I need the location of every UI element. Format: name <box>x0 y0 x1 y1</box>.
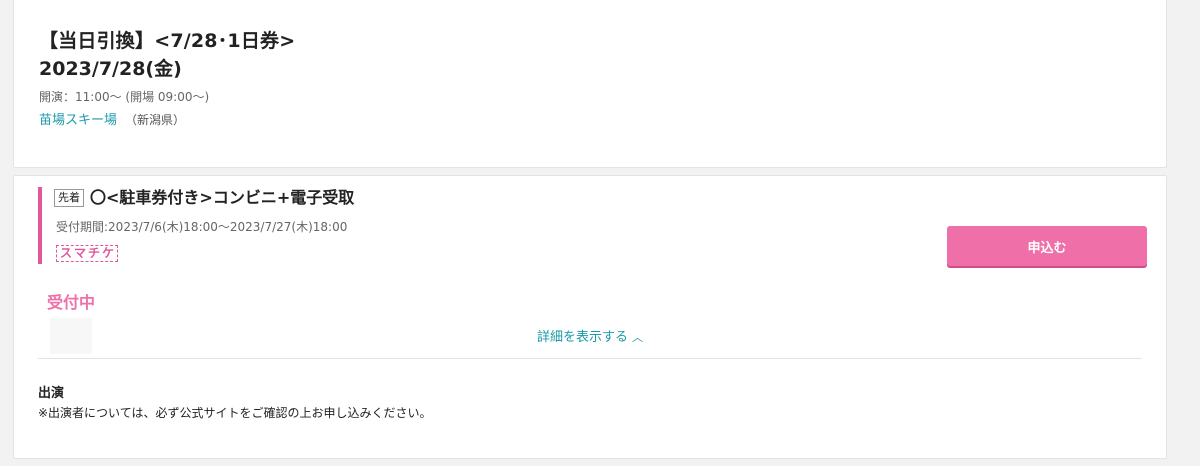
ticket-name: 〇<駐車券付き>コンビニ+電子受取 <box>90 188 355 207</box>
apply-button[interactable]: 申込む <box>947 226 1147 266</box>
show-details-label: 詳細を表示する <box>536 330 628 345</box>
ticket-card: 先着 〇<駐車券付き>コンビニ+電子受取 受付期間:2023/7/6(木)18:… <box>13 175 1167 459</box>
first-come-tag: 先着 <box>54 189 84 207</box>
ticket-period: 受付期間:2023/7/6(木)18:00〜2023/7/27(木)18:00 <box>56 220 348 234</box>
ticket-header: 先着 〇<駐車券付き>コンビニ+電子受取 <box>54 187 354 209</box>
status-label: 受付中 <box>47 293 96 312</box>
cast-heading: 出演 <box>38 386 65 401</box>
event-title: 【当日引換】<7/28･1日券> <box>39 30 296 52</box>
badge-char: ス <box>60 246 73 260</box>
venue-row: 苗場スキー場 （新潟県） <box>39 112 185 129</box>
badge-char: チ <box>88 246 101 260</box>
cast-note: ※出演者については、必ず公式サイトをご確認の上お申し込みください。 <box>38 406 432 420</box>
badge-char: ケ <box>102 246 115 260</box>
venue-link[interactable]: 苗場スキー場 <box>39 113 117 128</box>
sumaticke-badge: ス マ チ ケ <box>56 245 119 262</box>
event-card: 【当日引換】<7/28･1日券> 2023/7/28(金) 開演：11:00〜 … <box>13 0 1167 168</box>
event-time: 開演：11:00〜 (開場 09:00〜) <box>39 90 210 104</box>
show-details-toggle[interactable]: 詳細を表示する ︿ <box>14 329 1166 347</box>
venue-prefecture: （新潟県） <box>125 113 186 127</box>
ticket-accent-bar <box>38 187 42 264</box>
chevron-up-icon: ︿ <box>632 331 643 344</box>
badge-char: マ <box>74 246 87 260</box>
divider <box>38 358 1142 359</box>
event-date: 2023/7/28(金) <box>39 58 182 80</box>
